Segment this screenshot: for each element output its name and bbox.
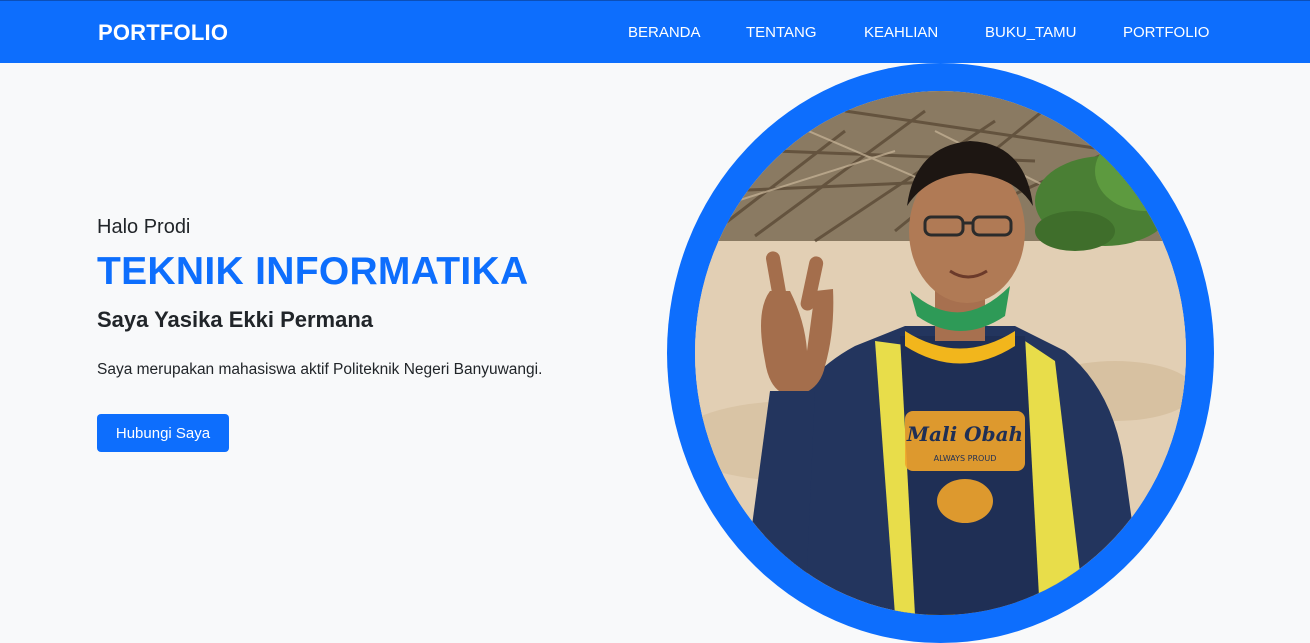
shirt-print-text: Mali Obah [906,422,1023,446]
shirt-print-subtext: ALWAYS PROUD [934,454,997,463]
brand-logo[interactable]: PORTFOLIO [98,20,228,46]
hero-title: TEKNIK INFORMATIKA [97,250,529,293]
hero-description: Saya merupakan mahasiswa aktif Politekni… [97,361,543,378]
navbar: PORTFOLIO BERANDA TENTANG KEAHLIAN BUKU_… [0,0,1310,63]
nav-link-beranda[interactable]: BERANDA [628,24,701,41]
profile-photo-frame: Mali Obah ALWAYS PROUD [667,63,1214,643]
hero-subtitle: Saya Yasika Ekki Permana [97,307,374,332]
hero-greeting: Halo Prodi [97,216,191,238]
nav-link-portfolio[interactable]: PORTFOLIO [1123,24,1209,41]
contact-button[interactable]: Hubungi Saya [97,414,229,452]
nav-link-buku-tamu[interactable]: BUKU_TAMU [985,24,1076,41]
nav-link-keahlian[interactable]: KEAHLIAN [864,24,938,41]
profile-photo-illustration: Mali Obah ALWAYS PROUD [695,91,1186,615]
nav-link-tentang[interactable]: TENTANG [746,24,817,41]
profile-photo: Mali Obah ALWAYS PROUD [695,91,1186,615]
